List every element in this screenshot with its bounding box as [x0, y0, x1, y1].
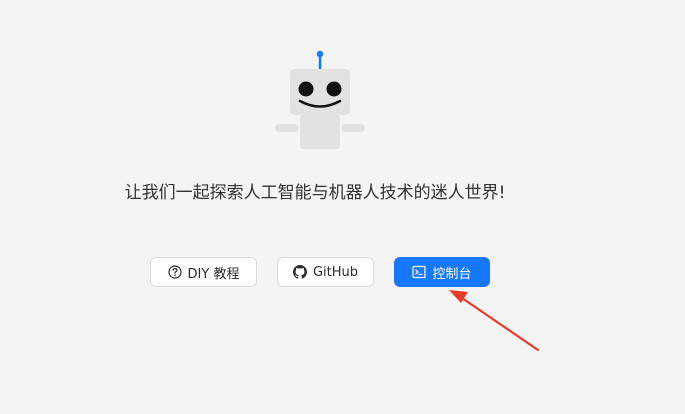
diy-tutorial-button[interactable]: DIY 教程	[150, 257, 257, 287]
terminal-icon	[412, 265, 427, 279]
question-circle-icon	[167, 265, 182, 279]
console-label: 控制台	[432, 266, 472, 282]
diy-tutorial-label: DIY 教程	[187, 266, 240, 282]
github-label: GitHub	[312, 264, 359, 280]
hero-tagline: 让我们一起探索人工智能与机器人技术的迷人世界!	[124, 183, 506, 203]
github-icon	[292, 265, 307, 279]
robot-icon	[270, 46, 370, 156]
console-button[interactable]: 控制台	[394, 257, 490, 287]
github-button[interactable]: GitHub	[277, 257, 374, 287]
